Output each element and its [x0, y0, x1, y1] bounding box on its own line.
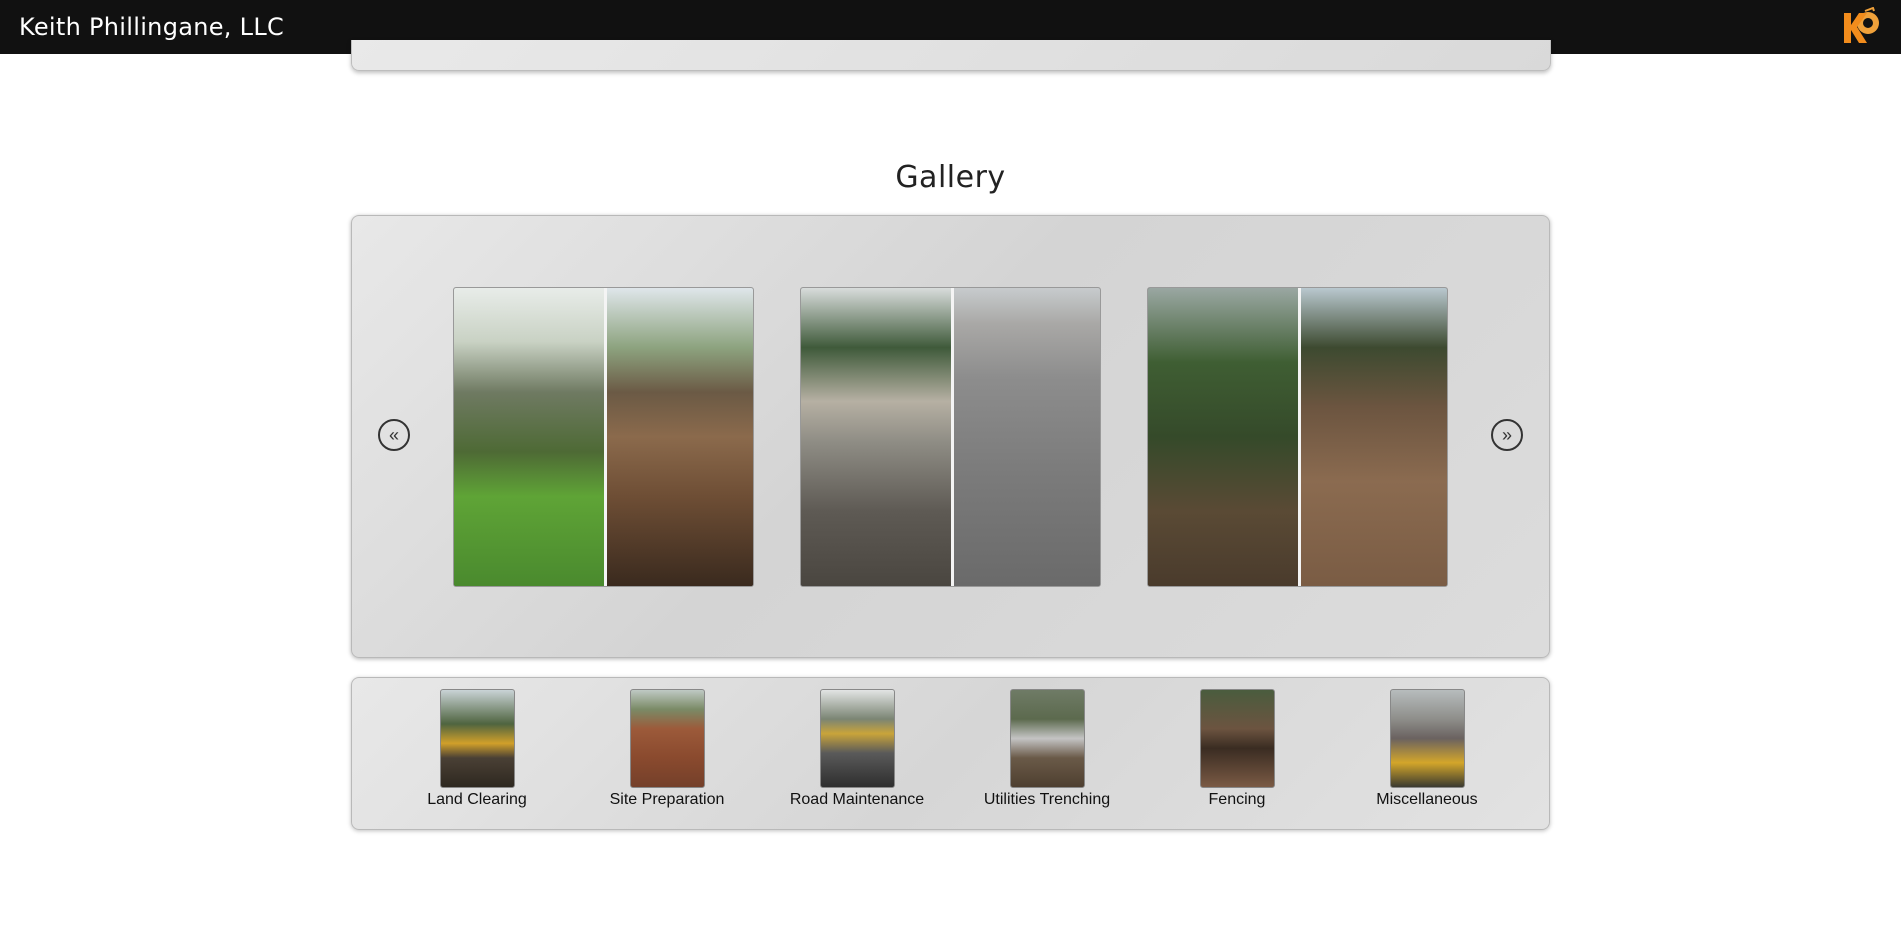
category-site-preparation[interactable]: Site Preparation — [577, 689, 757, 809]
category-label[interactable]: Miscellaneous — [1337, 791, 1517, 809]
category-land-clearing[interactable]: Land Clearing — [387, 689, 567, 809]
gallery-heading: Gallery — [895, 160, 1006, 195]
site-title[interactable]: Keith Phillingane, LLC — [19, 13, 284, 41]
before-after-brush-removal-photo[interactable] — [1147, 287, 1448, 587]
category-thumbnail[interactable] — [1199, 689, 1275, 788]
category-label[interactable]: Utilities Trenching — [957, 791, 1137, 809]
category-label[interactable]: Road Maintenance — [767, 791, 947, 809]
category-miscellaneous[interactable]: Miscellaneous — [1337, 689, 1517, 809]
after-photo — [603, 288, 753, 586]
category-thumbnail[interactable] — [1389, 689, 1465, 788]
category-label[interactable]: Fencing — [1147, 791, 1327, 809]
before-photo — [454, 288, 604, 586]
prev-glyph: « — [388, 424, 399, 445]
double-chevron-left-icon[interactable]: « — [378, 419, 410, 451]
category-label[interactable]: Site Preparation — [577, 791, 757, 809]
after-photo — [1297, 288, 1447, 586]
gallery-carousel: « » — [351, 215, 1550, 658]
double-chevron-right-icon[interactable]: » — [1491, 419, 1523, 451]
previous-section-panel — [351, 40, 1551, 71]
before-after-gravel-road-photo[interactable] — [800, 287, 1101, 587]
before-photo — [801, 288, 951, 586]
category-label[interactable]: Land Clearing — [387, 791, 567, 809]
after-photo — [950, 288, 1100, 586]
category-bar: Land Clearing Site Preparation Road Main… — [351, 677, 1550, 830]
category-thumbnail[interactable] — [819, 689, 895, 788]
category-thumbnail[interactable] — [1009, 689, 1085, 788]
category-thumbnail[interactable] — [629, 689, 705, 788]
before-photo — [1148, 288, 1298, 586]
category-thumbnail[interactable] — [439, 689, 515, 788]
category-fencing[interactable]: Fencing — [1147, 689, 1327, 809]
before-after-land-clearing-photo[interactable] — [453, 287, 754, 587]
category-road-maintenance[interactable]: Road Maintenance — [767, 689, 947, 809]
kp-logo-icon[interactable] — [1841, 6, 1881, 47]
next-glyph: » — [1501, 424, 1512, 445]
category-utilities-trenching[interactable]: Utilities Trenching — [957, 689, 1137, 809]
